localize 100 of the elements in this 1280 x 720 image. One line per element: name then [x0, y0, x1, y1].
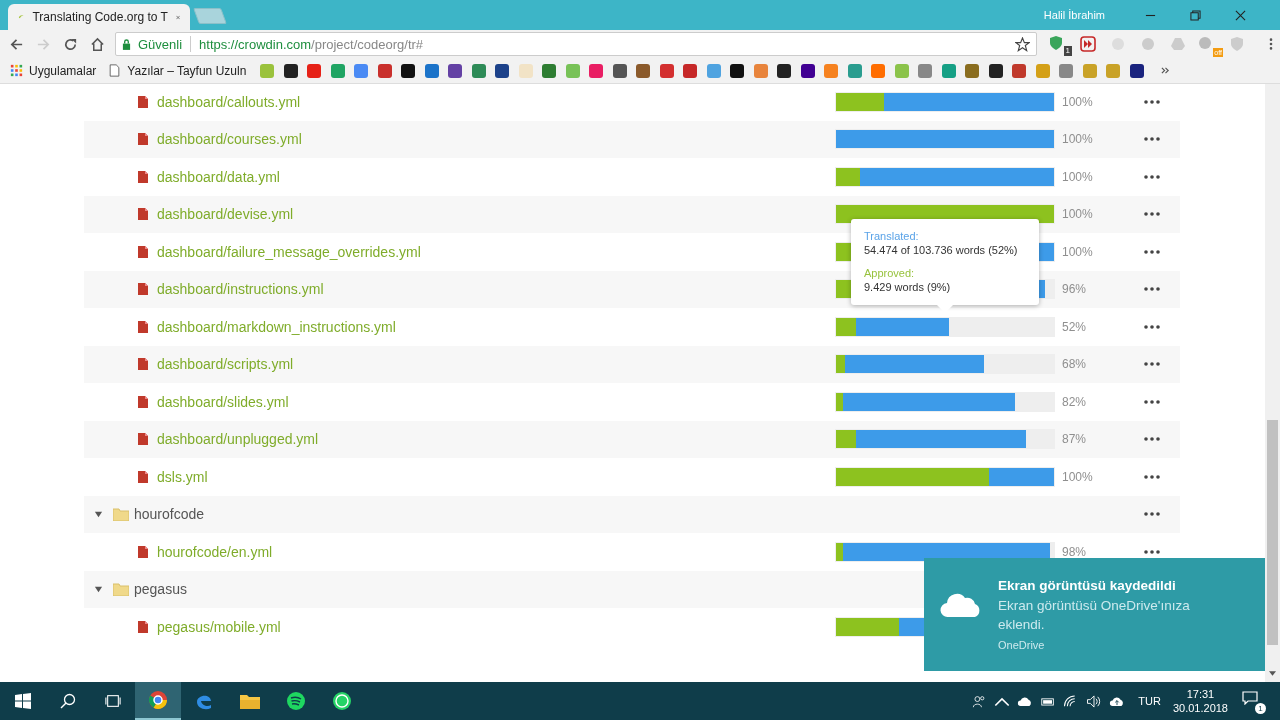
volume-icon[interactable]: [1086, 694, 1103, 708]
more-icon[interactable]: [1144, 99, 1160, 104]
lock-icon: [122, 38, 131, 50]
notification-toast[interactable]: Ekran görüntüsü kaydedildi Ekran görüntüsü OneDrive'ınıza eklendi. OneDrive: [924, 558, 1265, 671]
file-icon: [137, 544, 149, 559]
more-icon[interactable]: [1144, 287, 1160, 292]
bookmark-link[interactable]: Uygulamalar: [29, 63, 97, 78]
bookmark-icon[interactable]: [612, 63, 627, 78]
more-icon[interactable]: [1144, 474, 1160, 479]
tab-title: Translating Code.org to T: [32, 10, 168, 24]
windows-logo-icon[interactable]: [15, 693, 31, 709]
file-link[interactable]: dashboard/slides.yml: [157, 393, 289, 410]
spotify-icon[interactable]: [286, 691, 306, 711]
scroll-down-icon[interactable]: [1269, 671, 1276, 676]
action-center-icon[interactable]: [1242, 691, 1258, 705]
file-icon: [137, 619, 149, 634]
percent-text: 100%: [1061, 244, 1094, 259]
home-icon[interactable]: [90, 36, 105, 52]
bookmark-icon[interactable]: [777, 63, 792, 78]
bookmark-icon[interactable]: [1129, 63, 1144, 78]
percent-text: 100%: [1061, 169, 1094, 184]
folder-icon: [113, 507, 129, 521]
shield-check-icon[interactable]: [1048, 35, 1064, 51]
file-icon: [137, 132, 149, 147]
menu-icon[interactable]: [1269, 37, 1273, 51]
notification-source: OneDrive: [998, 639, 1046, 651]
bookmark-icon[interactable]: [283, 63, 298, 78]
file-link[interactable]: dashboard/instructions.yml: [157, 281, 324, 298]
more-icon[interactable]: [1144, 137, 1160, 142]
apps-grid-icon[interactable]: [10, 64, 23, 77]
task-view-icon[interactable]: [105, 693, 121, 709]
percent-text: 100%: [1061, 207, 1094, 222]
file-icon: [137, 244, 149, 259]
file-link[interactable]: dsls.yml: [157, 468, 208, 485]
security-label: Güvenli: [138, 36, 183, 52]
more-icon[interactable]: [1144, 362, 1160, 367]
folder-name[interactable]: hourofcode: [134, 506, 205, 523]
scrollbar[interactable]: [1265, 84, 1280, 682]
browser-tab[interactable]: Translating Code.org to T: [8, 4, 190, 30]
star-icon[interactable]: [1015, 36, 1030, 52]
file-link[interactable]: dashboard/unplugged.yml: [157, 431, 319, 448]
bookmark-icon[interactable]: [730, 63, 745, 78]
more-icon[interactable]: [1144, 437, 1160, 442]
chevron-icon[interactable]: [1161, 66, 1171, 75]
clock-date[interactable]: 30.01.2018: [1172, 701, 1228, 715]
file-icon: [137, 207, 149, 222]
search-icon[interactable]: [60, 693, 76, 709]
file-icon: [137, 357, 149, 372]
chrome-icon[interactable]: [148, 690, 168, 710]
file-link[interactable]: dashboard/data.yml: [157, 168, 280, 185]
reload-icon[interactable]: [63, 36, 78, 52]
more-icon[interactable]: [1144, 174, 1160, 179]
caret-icon[interactable]: [94, 584, 103, 594]
more-icon[interactable]: [1144, 249, 1160, 254]
bookmark-icon[interactable]: [495, 63, 510, 78]
file-link[interactable]: hourofcode/en.yml: [157, 543, 273, 560]
more-icon[interactable]: [1144, 212, 1160, 217]
more-icon[interactable]: [1144, 399, 1160, 404]
clock-time[interactable]: 17:31: [1186, 687, 1215, 701]
file-link[interactable]: dashboard/scripts.yml: [157, 356, 294, 373]
percent-text: 100%: [1061, 469, 1094, 484]
bookmark-link[interactable]: Yazılar – Tayfun Uzuln: [127, 63, 247, 78]
file-icon: [137, 282, 149, 297]
percent-text: 96%: [1061, 282, 1088, 297]
restore-icon[interactable]: [1190, 9, 1201, 21]
bookmark-icon[interactable]: [988, 63, 1003, 78]
percent-text: 87%: [1061, 432, 1088, 447]
file-link[interactable]: dashboard/courses.yml: [157, 131, 302, 148]
scroll-thumb[interactable]: [1267, 420, 1278, 645]
caret-icon[interactable]: [94, 509, 103, 519]
fast-forward-icon[interactable]: [1080, 36, 1096, 52]
file-link[interactable]: dashboard/callouts.yml: [157, 93, 301, 110]
bookmark-icon[interactable]: [401, 63, 416, 78]
percent-text: 100%: [1061, 132, 1094, 147]
address-bar[interactable]: Güvenli https://crowdin.com/project/codeorg/tr#: [115, 32, 1037, 56]
file-link[interactable]: pegasus/mobile.yml: [157, 618, 281, 635]
bookmark-icon[interactable]: [448, 63, 463, 78]
close-icon[interactable]: [1235, 9, 1246, 21]
language-indicator[interactable]: TUR: [1138, 695, 1161, 707]
file-link[interactable]: dashboard/failure_message_overrides.yml: [157, 243, 421, 260]
percent-text: 52%: [1061, 319, 1088, 334]
bookmark-icon[interactable]: [800, 63, 815, 78]
percent-text: 100%: [1061, 94, 1094, 109]
file-link[interactable]: dashboard/markdown_instructions.yml: [157, 318, 396, 335]
file-link[interactable]: dashboard/devise.yml: [157, 206, 294, 223]
notification-body: Ekran görüntüsü OneDrive'ınıza eklendi.: [998, 597, 1191, 634]
taskbar-button[interactable]: [135, 682, 181, 720]
file-icon: [137, 319, 149, 334]
percent-text: 68%: [1061, 357, 1088, 372]
more-icon[interactable]: [1144, 512, 1160, 517]
extension-badge: 1: [1063, 46, 1072, 56]
more-icon[interactable]: [1144, 324, 1160, 329]
profile-name[interactable]: Halil İbrahim: [1043, 9, 1105, 21]
tooltip-label: Translated:: [864, 230, 920, 242]
more-icon[interactable]: [1144, 549, 1160, 554]
file-icon: [137, 469, 149, 484]
folder-name[interactable]: pegasus: [134, 581, 187, 598]
page-icon: [108, 64, 122, 77]
percent-text: 82%: [1061, 394, 1088, 409]
notification-count: 1: [1255, 703, 1266, 714]
